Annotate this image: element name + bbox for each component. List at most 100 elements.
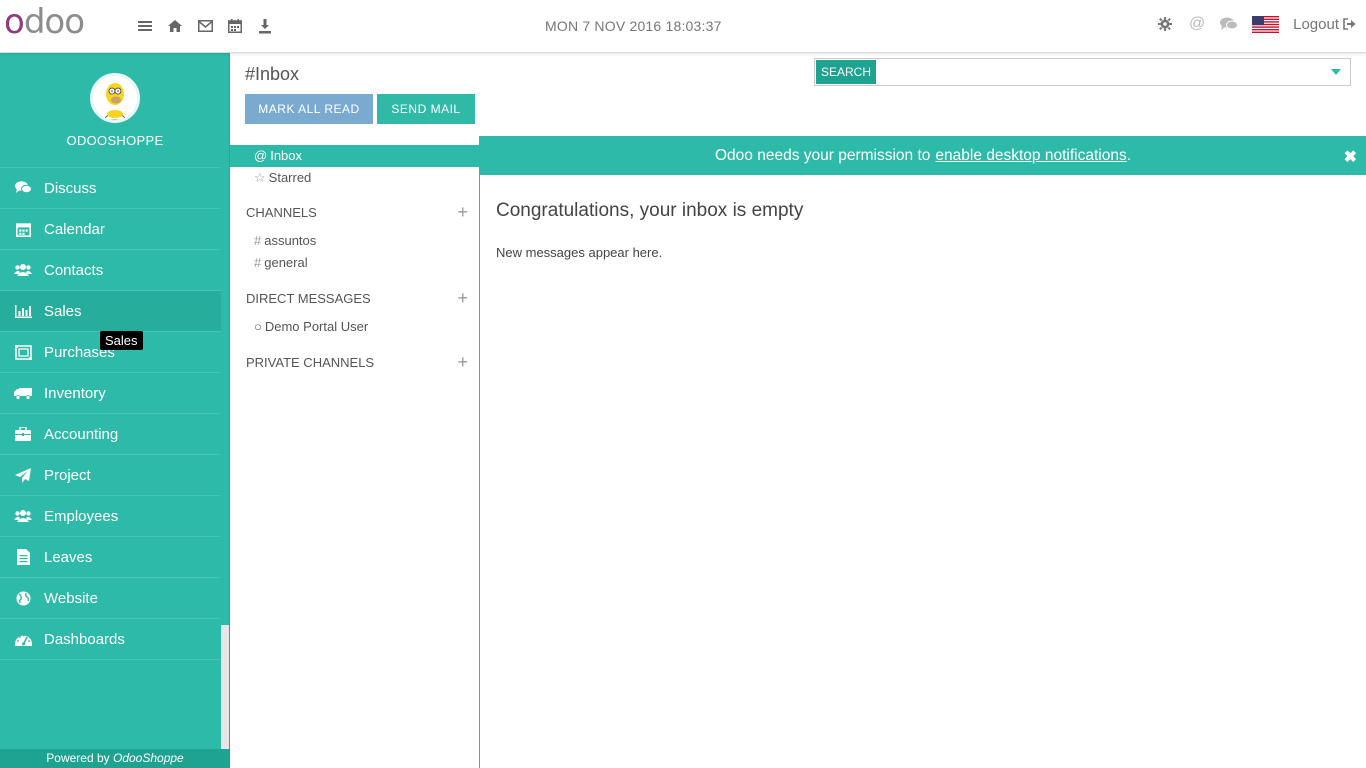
bar-chart-icon — [14, 303, 32, 319]
sidebar-item-employees[interactable]: Employees — [0, 496, 221, 537]
sidebar-item-label: Sales — [44, 302, 82, 320]
app-sidebar: ODOOSHOPPE Discuss Calendar Contacts Sal… — [0, 53, 230, 768]
purchase-icon — [14, 344, 32, 360]
logo-rest: doo — [23, 2, 85, 42]
private-channels-header-label: PRIVATE CHANNELS — [246, 355, 375, 370]
channel-label: assuntos — [264, 233, 317, 248]
channels-header: CHANNELS + — [246, 203, 468, 221]
sidebar-item-accounting[interactable]: Accounting — [0, 414, 221, 455]
calendar-icon — [14, 221, 32, 237]
sidebar-item-label: Inventory — [44, 384, 106, 402]
paper-plane-icon — [14, 467, 32, 483]
panel-divider — [479, 136, 480, 768]
sidebar-item-label: Accounting — [44, 425, 119, 443]
add-channel-icon[interactable]: + — [457, 203, 468, 221]
channel-item[interactable]: # general — [230, 252, 479, 274]
notification-text: Odoo needs your permission to — [714, 146, 931, 164]
sidebar-item-discuss[interactable]: Discuss — [0, 168, 221, 209]
search-box: SEARCH — [814, 58, 1351, 86]
close-icon[interactable]: ✖ — [1344, 147, 1357, 167]
sidebar-item-sales[interactable]: Sales — [0, 291, 221, 332]
logout-button[interactable]: Logout — [1293, 16, 1356, 33]
powered-by-label: Powered by — [46, 751, 113, 765]
sidebar-item-dashboards[interactable]: Dashboards — [0, 619, 221, 660]
file-icon — [14, 549, 32, 565]
direct-message-label: Demo Portal User — [264, 319, 369, 334]
empty-inbox-title: Congratulations, your inbox is empty — [496, 200, 804, 221]
star-icon: ☆ — [254, 170, 266, 185]
sidebar-item-label: Contacts — [44, 261, 104, 279]
notification-bar: Odoo needs your permission to enable des… — [480, 136, 1366, 175]
odoo-logo[interactable]: o doo — [4, 2, 85, 42]
empty-inbox-subtitle: New messages appear here. — [496, 245, 663, 260]
clock: MON 7 NOV 2016 18:03:37 — [545, 18, 722, 34]
hash-icon: # — [254, 233, 262, 248]
sidebar-item-label: Project — [44, 466, 91, 484]
channel-starred-label: Starred — [268, 170, 312, 185]
channel-inbox[interactable]: @ Inbox — [230, 145, 479, 167]
search-input[interactable] — [875, 61, 1315, 83]
users-icon — [14, 262, 32, 278]
sign-out-icon — [1343, 18, 1356, 30]
direct-messages-header-label: DIRECT MESSAGES — [246, 291, 371, 306]
sidebar-item-inventory[interactable]: Inventory — [0, 373, 221, 414]
notification-suffix: . — [1126, 146, 1132, 164]
users-icon — [14, 508, 32, 524]
enable-notifications-link[interactable]: enable desktop notifications — [935, 147, 1126, 165]
download-icon[interactable] — [256, 17, 274, 35]
sidebar-scrollbar[interactable] — [221, 625, 229, 768]
channel-starred[interactable]: ☆ Starred — [230, 167, 479, 189]
truck-icon — [14, 385, 32, 401]
channel-label: general — [264, 255, 308, 270]
envelope-icon[interactable] — [196, 17, 214, 35]
channels-header-label: CHANNELS — [246, 205, 317, 220]
globe-icon — [14, 590, 32, 606]
logo-first-letter: o — [4, 2, 25, 42]
gear-icon[interactable] — [1156, 15, 1174, 33]
sidebar-item-leaves[interactable]: Leaves — [0, 537, 221, 578]
powered-by-brand[interactable]: OdooShoppe — [113, 751, 184, 765]
home-icon[interactable] — [166, 17, 184, 35]
sidebar-item-website[interactable]: Website — [0, 578, 221, 619]
top-right-controls: @ Logout — [1156, 15, 1356, 33]
page-title: #Inbox — [245, 64, 300, 84]
top-icons — [136, 17, 274, 35]
sidebar-item-calendar[interactable]: Calendar — [0, 209, 221, 250]
sidebar-item-label: Discuss — [44, 179, 97, 197]
at-icon[interactable]: @ — [1188, 15, 1206, 33]
calendar-icon[interactable] — [226, 17, 244, 35]
status-circle-icon: ○ — [254, 319, 262, 334]
dashboard-icon — [14, 631, 32, 647]
menu-icon[interactable] — [136, 17, 154, 35]
send-mail-button[interactable]: SEND MAIL — [377, 94, 475, 124]
sidebar-item-project[interactable]: Project — [0, 455, 221, 496]
sidebar-item-label: Website — [44, 589, 98, 607]
hash-icon: # — [254, 255, 262, 270]
at-icon: @ — [254, 148, 268, 163]
sidebar-item-contacts[interactable]: Contacts — [0, 250, 221, 291]
app-menu: Discuss Calendar Contacts Sales Purchase… — [0, 167, 221, 660]
control-panel: #Inbox MARK ALL READ SEND MAIL SEARCH — [230, 53, 1366, 136]
channel-item[interactable]: # assuntos — [230, 230, 479, 252]
sales-tooltip: Sales — [100, 331, 143, 350]
sidebar-item-label: Calendar — [44, 220, 105, 238]
logout-label: Logout — [1293, 15, 1339, 33]
top-bar: o doo MON 7 NOV 2016 18:03:37 @ Logout — [0, 0, 1366, 53]
direct-messages-header: DIRECT MESSAGES + — [246, 289, 468, 307]
powered-by: Powered by OdooShoppe — [0, 749, 230, 768]
company-name: ODOOSHOPPE — [66, 133, 164, 148]
discuss-sidebar: @ Inbox ☆ Starred CHANNELS + # assuntos # ge… — [230, 136, 479, 768]
caret-down-icon[interactable] — [1330, 67, 1342, 77]
direct-message-item[interactable]: ○ Demo Portal User — [230, 316, 479, 338]
comments-icon[interactable] — [1220, 15, 1239, 33]
sidebar-item-label: Dashboards — [44, 630, 125, 648]
channel-inbox-label: Inbox — [270, 148, 303, 163]
search-tag: SEARCH — [816, 60, 877, 84]
mark-all-read-button[interactable]: MARK ALL READ — [245, 94, 373, 124]
sidebar-item-label: Employees — [44, 507, 119, 525]
private-channels-header: PRIVATE CHANNELS + — [246, 353, 468, 371]
company-avatar[interactable] — [90, 73, 140, 123]
add-private-channel-icon[interactable]: + — [457, 353, 468, 371]
add-direct-message-icon[interactable]: + — [457, 289, 468, 307]
us-flag-icon[interactable] — [1252, 15, 1280, 33]
